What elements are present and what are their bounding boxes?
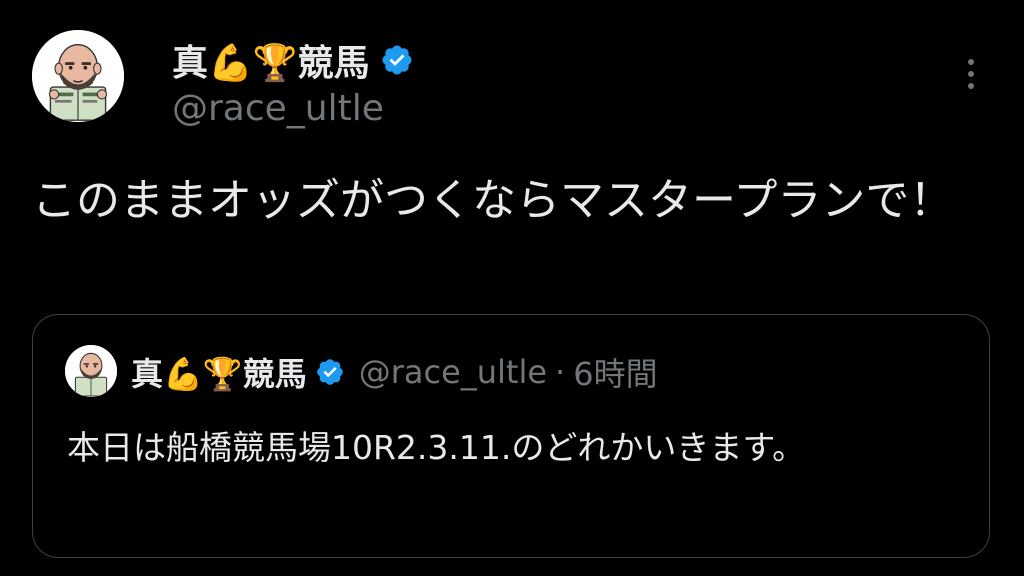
author-name-row: 真💪🏆競馬	[172, 34, 414, 86]
verified-badge-icon	[380, 43, 414, 77]
tweet: 真💪🏆競馬 @race_ultle このままオッズがつくならマスタープランで！	[0, 0, 1024, 576]
author-handle[interactable]: @race_ultle	[172, 88, 384, 129]
quoted-tweet-header: 真💪🏆競馬 @race_ultle · 6時間	[131, 347, 658, 397]
quoted-tweet-separator: ·	[555, 353, 566, 391]
tweet-text: このままオッズがつくならマスタープランで！	[32, 175, 954, 226]
verified-badge-icon	[315, 357, 345, 387]
quoted-author-avatar[interactable]	[65, 345, 117, 397]
author-avatar[interactable]	[32, 30, 124, 122]
quoted-tweet-card[interactable]: 真💪🏆競馬 @race_ultle · 6時間 本日は船橋競馬場10R2.3.1…	[32, 314, 990, 558]
quoted-author-handle[interactable]: @race_ultle	[359, 353, 547, 391]
quoted-tweet-text: 本日は船橋競馬場10R2.3.11.のどれかいきます。	[67, 428, 806, 467]
avatar-illustration	[32, 30, 124, 122]
quoted-tweet-timestamp[interactable]: 6時間	[573, 349, 657, 395]
more-options-icon[interactable]	[956, 54, 986, 94]
avatar-illustration	[65, 345, 117, 397]
quoted-author-display-name[interactable]: 真💪🏆競馬	[131, 349, 307, 395]
author-display-name[interactable]: 真💪🏆競馬	[172, 34, 370, 86]
